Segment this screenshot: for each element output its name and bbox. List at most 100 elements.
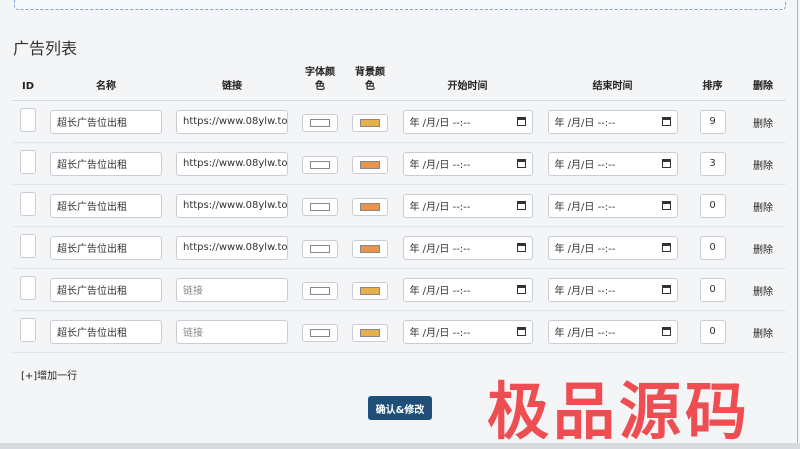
end-time-input[interactable]: 年 /月/日 --:--	[547, 235, 678, 260]
font-color-swatch	[310, 202, 330, 211]
font-color-picker[interactable]	[302, 113, 338, 132]
end-time-placeholder: 年 /月/日 --:--	[554, 244, 616, 255]
page-title: 广告列表	[13, 39, 78, 58]
calendar-icon[interactable]	[516, 243, 526, 252]
col-start-time: 开始时间	[395, 66, 540, 101]
link-input[interactable]: https://www.08ylw.top	[176, 193, 288, 218]
start-time-input[interactable]: 年 /月/日 --:--	[402, 277, 533, 302]
calendar-icon[interactable]	[516, 159, 526, 168]
font-color-picker[interactable]	[302, 323, 338, 342]
end-time-input[interactable]: 年 /月/日 --:--	[547, 319, 678, 344]
bg-color-picker[interactable]	[352, 155, 388, 174]
calendar-icon[interactable]	[661, 201, 671, 210]
name-input[interactable]: 超长广告位出租	[50, 193, 162, 218]
calendar-icon[interactable]	[516, 285, 526, 294]
link-input[interactable]: https://www.08ylw.top	[176, 235, 288, 260]
sort-input[interactable]: 0	[699, 277, 726, 302]
col-id: ID	[13, 66, 43, 101]
calendar-icon[interactable]	[516, 117, 526, 126]
start-time-input[interactable]: 年 /月/日 --:--	[402, 193, 533, 218]
delete-link[interactable]: 删除	[753, 119, 773, 130]
calendar-icon[interactable]	[661, 285, 671, 294]
table-header: ID 名称 链接 字体颜色 背景颜色 开始时间 结束时间 排序 删除	[13, 66, 786, 101]
start-time-placeholder: 年 /月/日 --:--	[409, 244, 471, 255]
col-delete: 删除	[740, 66, 786, 101]
font-color-swatch	[310, 328, 330, 337]
table-row: 超长广告位出租 https://www.08ylw.top 年 /月/日 --:…	[13, 142, 786, 185]
col-bg-color: 背景颜色	[345, 66, 395, 101]
id-input[interactable]	[20, 275, 36, 300]
sort-input[interactable]: 0	[699, 319, 726, 344]
confirm-button[interactable]: 确认&修改	[368, 396, 432, 420]
delete-link[interactable]: 删除	[753, 287, 773, 298]
name-input[interactable]: 超长广告位出租	[50, 151, 162, 176]
end-time-placeholder: 年 /月/日 --:--	[554, 328, 616, 339]
delete-link[interactable]: 删除	[753, 161, 773, 172]
end-time-placeholder: 年 /月/日 --:--	[554, 118, 616, 129]
bg-color-picker[interactable]	[352, 281, 388, 300]
name-input[interactable]: 超长广告位出租	[50, 109, 162, 134]
calendar-icon[interactable]	[516, 327, 526, 336]
id-input[interactable]	[20, 107, 36, 132]
end-time-input[interactable]: 年 /月/日 --:--	[547, 151, 678, 176]
name-input[interactable]: 超长广告位出租	[50, 235, 162, 260]
name-input[interactable]: 超长广告位出租	[50, 277, 162, 302]
sort-input[interactable]: 0	[699, 235, 726, 260]
link-input[interactable]: https://www.08ylw.top	[176, 151, 288, 176]
end-time-input[interactable]: 年 /月/日 --:--	[547, 277, 678, 302]
add-row-link[interactable]: [+]增加一行	[21, 367, 77, 382]
start-time-placeholder: 年 /月/日 --:--	[409, 202, 471, 213]
bg-color-swatch	[360, 202, 380, 211]
name-input[interactable]: 超长广告位出租	[50, 319, 162, 344]
upload-area[interactable]	[14, 0, 786, 10]
id-input[interactable]	[20, 233, 36, 258]
table-row: 超长广告位出租 链接 年 /月/日 --:-- 年 /月/日 --:-- 0 删…	[13, 310, 786, 353]
col-end-time: 结束时间	[540, 66, 685, 101]
font-color-picker[interactable]	[302, 281, 338, 300]
sort-input[interactable]: 9	[699, 109, 726, 134]
bg-color-swatch	[360, 160, 380, 169]
col-name: 名称	[43, 66, 169, 101]
start-time-placeholder: 年 /月/日 --:--	[409, 160, 471, 171]
link-input[interactable]: https://www.08ylw.top	[176, 109, 288, 134]
end-time-input[interactable]: 年 /月/日 --:--	[547, 109, 678, 134]
font-color-picker[interactable]	[302, 197, 338, 216]
delete-link[interactable]: 删除	[753, 329, 773, 340]
bg-color-swatch	[360, 118, 380, 127]
bg-color-picker[interactable]	[352, 323, 388, 342]
font-color-picker[interactable]	[302, 155, 338, 174]
start-time-input[interactable]: 年 /月/日 --:--	[402, 109, 533, 134]
table-row: 超长广告位出租 https://www.08ylw.top 年 /月/日 --:…	[13, 226, 786, 269]
sort-input[interactable]: 3	[699, 151, 726, 176]
id-input[interactable]	[20, 149, 36, 174]
calendar-icon[interactable]	[661, 159, 671, 168]
table-row: 超长广告位出租 链接 年 /月/日 --:-- 年 /月/日 --:-- 0 删…	[13, 268, 786, 311]
calendar-icon[interactable]	[661, 117, 671, 126]
end-time-placeholder: 年 /月/日 --:--	[554, 286, 616, 297]
start-time-input[interactable]: 年 /月/日 --:--	[402, 151, 533, 176]
start-time-input[interactable]: 年 /月/日 --:--	[402, 319, 533, 344]
sort-input[interactable]: 0	[699, 193, 726, 218]
scroll-edge	[797, 0, 798, 449]
bg-color-picker[interactable]	[352, 239, 388, 258]
id-input[interactable]	[20, 191, 36, 216]
calendar-icon[interactable]	[661, 327, 671, 336]
bg-color-picker[interactable]	[352, 113, 388, 132]
font-color-swatch	[310, 286, 330, 295]
bg-color-picker[interactable]	[352, 197, 388, 216]
id-input[interactable]	[20, 317, 36, 342]
delete-link[interactable]: 删除	[753, 203, 773, 214]
col-font-color: 字体颜色	[295, 66, 345, 101]
start-time-input[interactable]: 年 /月/日 --:--	[402, 235, 533, 260]
link-input[interactable]: 链接	[176, 319, 288, 344]
link-input[interactable]: 链接	[176, 277, 288, 302]
col-sort: 排序	[685, 66, 740, 101]
end-time-placeholder: 年 /月/日 --:--	[554, 160, 616, 171]
end-time-input[interactable]: 年 /月/日 --:--	[547, 193, 678, 218]
font-color-picker[interactable]	[302, 239, 338, 258]
calendar-icon[interactable]	[516, 201, 526, 210]
delete-link[interactable]: 删除	[753, 245, 773, 256]
table-row: 超长广告位出租 https://www.08ylw.top 年 /月/日 --:…	[13, 184, 786, 227]
calendar-icon[interactable]	[661, 243, 671, 252]
start-time-placeholder: 年 /月/日 --:--	[409, 286, 471, 297]
